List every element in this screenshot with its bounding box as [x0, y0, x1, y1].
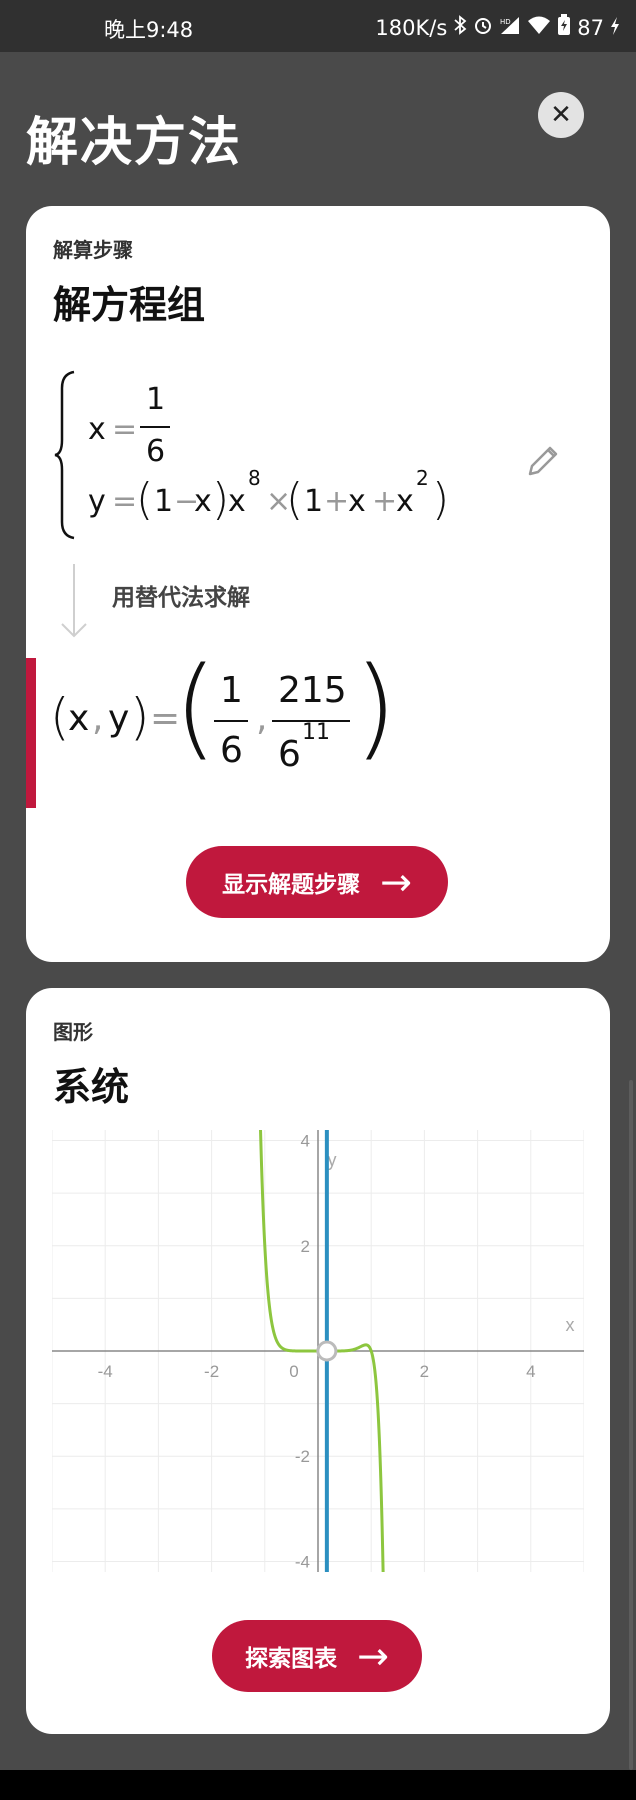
eq2-equals: = — [112, 484, 138, 519]
x-tick-label: -4 — [98, 1362, 113, 1381]
y-tick-label: -2 — [295, 1447, 310, 1466]
function-graph[interactable]: -4 -2 0 2 442-2-4xy — [52, 1130, 584, 1572]
result-bar1 — [214, 720, 248, 722]
solution-card-label: 解算步骤 — [53, 238, 133, 262]
result-lhs-y: y — [108, 698, 130, 739]
explore-graph-label: 探索图表 — [245, 1646, 338, 1672]
eq2-one-b: 1 — [304, 484, 324, 519]
result-den2-exp: 11 — [302, 720, 330, 745]
eq2-plus-2: + — [372, 484, 398, 519]
eq2-open-paren-1: ( — [136, 474, 154, 525]
result-num1: 1 — [220, 670, 243, 711]
result-lhs-x: x — [68, 698, 90, 739]
x-axis-label: x — [566, 1315, 575, 1335]
eq2-x-d: x — [396, 484, 414, 519]
battery-level: 87 — [577, 15, 604, 40]
graph-card-label: 图形 — [53, 1020, 93, 1044]
result-accent-bar — [26, 658, 36, 808]
navigation-bar — [0, 1770, 636, 1800]
equation-1: x = 1 6 — [88, 382, 208, 472]
explore-graph-button[interactable]: 探索图表 → — [212, 1620, 422, 1692]
x-tick-label: 0 — [289, 1362, 298, 1381]
arrow-right-icon: → — [380, 860, 412, 904]
show-steps-button[interactable]: 显示解题步骤 → — [186, 846, 448, 918]
solution-heading: 解方程组 — [53, 283, 206, 327]
eq2-open-paren-2: ( — [286, 474, 304, 525]
eq1-numerator: 1 — [146, 382, 166, 417]
bluetooth-icon — [453, 15, 467, 40]
result-equation: ( x , y ) = ( 1 6 , 215 6 11 ) — [50, 652, 450, 808]
result-open-paren-lhs: ( — [50, 688, 70, 746]
x-tick-label: 2 — [420, 1362, 429, 1381]
method-label: 用替代法求解 — [112, 585, 250, 611]
graph-heading: 系统 — [53, 1065, 130, 1109]
eq1-var: x — [88, 412, 106, 447]
eq2-x-b: x — [228, 484, 246, 519]
eq2-close-paren-1: ) — [212, 474, 230, 525]
eq2-var: y — [88, 484, 106, 519]
status-bar: 晚上9:48 180K/s HD 87 — [0, 0, 636, 52]
arrow-right-icon: → — [357, 1634, 389, 1678]
y-tick-label: 4 — [301, 1132, 310, 1151]
y-tick-label: 2 — [301, 1237, 310, 1256]
result-den2-base: 6 — [278, 734, 301, 775]
down-arrow-icon — [61, 564, 87, 638]
result-close-paren-rhs: ) — [354, 643, 397, 771]
eq2-plus-1: + — [324, 484, 350, 519]
page-title: 解决方法 — [26, 113, 243, 173]
y-tick-label: -4 — [295, 1552, 310, 1571]
eq2-x-c: x — [348, 484, 366, 519]
edit-pencil-icon[interactable] — [522, 440, 564, 482]
eq1-equals: = — [112, 412, 138, 447]
show-steps-label: 显示解题步骤 — [222, 872, 361, 898]
graph-card: 图形 系统 -4 -2 0 2 4 4 2 -2 -4 x y 探索图表 → — [26, 988, 610, 1734]
eq2-x-a: x — [194, 484, 212, 519]
eq1-fraction-bar — [140, 426, 170, 428]
intersection-point — [316, 1340, 338, 1362]
status-icons: 180K/s HD 87 — [375, 14, 620, 41]
result-rhs-comma: , — [256, 698, 268, 739]
battery-icon — [557, 14, 571, 41]
result-open-paren-rhs: ( — [174, 643, 217, 771]
eq2-one-a: 1 — [154, 484, 174, 519]
network-speed: 180K/s — [375, 15, 448, 40]
x-tick-label: 4 — [526, 1362, 535, 1381]
hd-signal-icon: HD — [499, 15, 521, 40]
charging-icon — [610, 16, 620, 40]
eq2-exp2: 2 — [416, 466, 429, 490]
result-den1: 6 — [220, 730, 243, 771]
svg-text:HD: HD — [500, 18, 511, 26]
result-num2: 215 — [278, 670, 347, 711]
wifi-icon — [527, 15, 551, 40]
result-close-paren-lhs: ) — [130, 688, 150, 746]
eq2-close-paren-2: ) — [432, 474, 450, 525]
x-tick-label: -2 — [204, 1362, 219, 1381]
close-button[interactable]: ✕ — [538, 92, 584, 138]
result-lhs-comma: , — [92, 698, 104, 739]
system-brace — [54, 370, 75, 540]
eq2-exp8: 8 — [248, 466, 261, 490]
status-time: 晚上9:48 — [104, 18, 194, 42]
scrollbar[interactable] — [629, 1080, 633, 1770]
eq1-denominator: 6 — [146, 434, 166, 469]
equation-2: y = ( 1 − x ) x 8 × ( 1 + x + x 2 ) — [88, 466, 488, 532]
alarm-icon — [473, 15, 493, 40]
solution-card: 解算步骤 解方程组 x = 1 6 y = ( 1 − x ) x 8 × ( … — [26, 206, 610, 962]
